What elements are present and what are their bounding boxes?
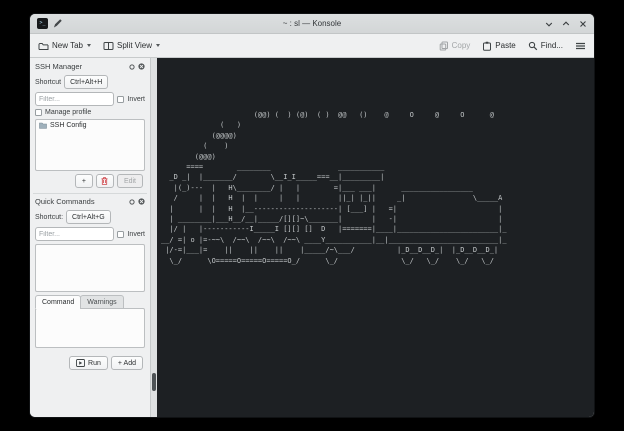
new-tab-label: New Tab <box>52 41 83 50</box>
window-title: ~ : sl — Konsole <box>30 19 594 28</box>
ssh-invert-label: Invert <box>127 96 145 103</box>
ssh-shortcut-button[interactable]: Ctrl+Alt+H <box>64 75 108 89</box>
copy-icon <box>439 41 449 51</box>
qc-invert-checkbox[interactable] <box>117 231 124 238</box>
ssh-manager-title: SSH Manager <box>35 62 82 71</box>
tree-item-ssh-config[interactable]: SSH Config <box>36 120 144 131</box>
qc-add-button[interactable]: + Add <box>111 356 143 370</box>
paste-icon <box>482 41 492 51</box>
run-icon <box>76 359 85 367</box>
ssh-shortcut-label: Shortcut <box>35 79 61 86</box>
split-view-label: Split View <box>117 41 152 50</box>
ssh-delete-button[interactable] <box>96 174 114 188</box>
qc-tabs: Command Warnings <box>33 295 147 309</box>
close-icon <box>138 198 145 205</box>
qc-shortcut-row: Shortcut: Ctrl+Alt+G <box>33 210 147 224</box>
paste-label: Paste <box>495 41 515 50</box>
ssh-edit-button[interactable]: Edit <box>117 174 143 188</box>
quick-commands-title: Quick Commands <box>35 197 95 206</box>
ssh-manager-panel: SSH Manager Shortcut <box>33 60 147 190</box>
qc-run-button[interactable]: Run <box>69 356 108 370</box>
find-button[interactable]: Find... <box>528 41 563 51</box>
main-toolbar: New Tab Split View Copy Paste <box>30 34 594 58</box>
qc-filter-input[interactable] <box>35 227 114 241</box>
new-tab-button[interactable]: New Tab <box>38 41 91 51</box>
maximize-button[interactable] <box>562 20 570 28</box>
quick-commands-header[interactable]: Quick Commands <box>33 195 147 208</box>
float-panel-button[interactable] <box>129 199 135 205</box>
close-icon <box>138 63 145 70</box>
folder-icon <box>39 122 47 129</box>
hamburger-menu-icon <box>575 41 586 51</box>
split-view-icon <box>103 41 114 51</box>
chevron-down-icon <box>156 44 160 47</box>
sl-train-ascii-art: (@@) ( ) (@) ( ) @@ () @ O @ O @ ( ) (@@… <box>161 110 507 266</box>
quick-commands-panel: Quick Commands Short <box>33 193 147 413</box>
qc-invert-label: Invert <box>127 231 145 238</box>
split-view-button[interactable]: Split View <box>103 41 160 51</box>
chevron-down-icon <box>87 44 91 47</box>
paste-button[interactable]: Paste <box>482 41 515 51</box>
ssh-manage-profile-row: Manage profile <box>33 109 147 116</box>
close-button[interactable] <box>579 20 587 28</box>
ssh-add-button[interactable]: + <box>75 174 93 188</box>
float-icon <box>129 199 135 205</box>
qc-actions-row: Run + Add <box>33 356 147 370</box>
ssh-invert-checkbox[interactable] <box>117 96 124 103</box>
manage-profile-label: Manage profile <box>45 109 91 116</box>
ssh-manager-header[interactable]: SSH Manager <box>33 60 147 73</box>
menu-button[interactable] <box>575 41 586 51</box>
qc-filter-row: Invert <box>33 227 147 241</box>
float-panel-button[interactable] <box>129 64 135 70</box>
konsole-window: >_ ~ : sl — Konsole New Tab <box>30 14 594 417</box>
sidebar: SSH Manager Shortcut <box>30 58 150 417</box>
ssh-shortcut-row: Shortcut Ctrl+Alt+H <box>33 75 147 89</box>
trash-icon <box>101 177 108 185</box>
qc-run-label: Run <box>88 360 101 367</box>
find-label: Find... <box>541 41 563 50</box>
ssh-filter-row: Invert <box>33 92 147 106</box>
qc-shortcut-label: Shortcut: <box>35 214 63 221</box>
manage-profile-checkbox[interactable] <box>35 109 42 116</box>
terminal-display[interactable]: (@@) ( ) (@) ( ) @@ () @ O @ O @ ( ) (@@… <box>157 58 594 417</box>
konsole-app-icon: >_ <box>37 18 48 29</box>
tab-command[interactable]: Command <box>35 295 81 309</box>
search-icon <box>528 41 538 51</box>
edit-indicator-icon <box>53 19 62 28</box>
copy-button[interactable]: Copy <box>439 41 471 51</box>
ssh-config-tree[interactable]: SSH Config <box>35 119 145 171</box>
qc-shortcut-button[interactable]: Ctrl+Alt+G <box>66 210 111 224</box>
sidebar-scrollbar-track[interactable] <box>150 58 157 417</box>
tab-warnings[interactable]: Warnings <box>80 295 123 309</box>
sidebar-scrollbar-thumb[interactable] <box>152 373 156 391</box>
copy-label: Copy <box>452 41 471 50</box>
tree-item-label: SSH Config <box>50 122 87 129</box>
ssh-filter-input[interactable] <box>35 92 114 106</box>
minimize-button[interactable] <box>545 20 553 28</box>
qc-command-editor[interactable] <box>35 308 145 348</box>
window-body: SSH Manager Shortcut <box>30 58 594 417</box>
titlebar[interactable]: >_ ~ : sl — Konsole <box>30 14 594 34</box>
qc-command-list[interactable] <box>35 244 145 292</box>
close-panel-button[interactable] <box>138 198 145 205</box>
ssh-actions-row: + Edit <box>33 174 147 188</box>
new-tab-icon <box>38 41 49 51</box>
close-panel-button[interactable] <box>138 63 145 70</box>
float-icon <box>129 64 135 70</box>
